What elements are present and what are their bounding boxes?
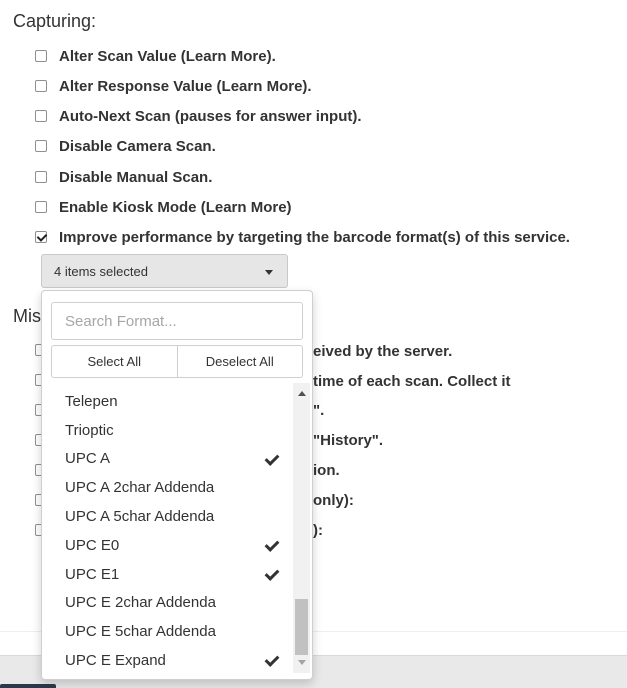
format-option-label: UPC A	[65, 450, 111, 468]
format-option-label: Telepen	[65, 392, 118, 410]
enable-kiosk-mode-checkbox[interactable]	[35, 201, 47, 213]
capturing-section-title: Capturing:	[13, 11, 97, 31]
alter-scan-value-label: Alter Scan Value (Learn More).	[59, 47, 276, 65]
format-option-label: UPC E1	[65, 565, 120, 583]
misc-option-7-label: ):	[313, 522, 323, 539]
format-option-label: UPC E Expand	[65, 652, 166, 670]
check-icon	[264, 450, 280, 466]
format-list-scrollbar[interactable]	[293, 383, 310, 673]
auto-next-scan-label: Auto-Next Scan (pauses for answer input)…	[59, 107, 362, 125]
check-icon	[264, 565, 280, 581]
format-option-label: UPC A 2char Addenda	[65, 479, 215, 497]
alter-response-value-option[interactable]: Alter Response Value (Learn More).	[35, 76, 312, 96]
disable-camera-scan-checkbox[interactable]	[35, 140, 47, 152]
barcode-format-dropdown: Select All Deselect All Telepen Trioptic…	[41, 290, 313, 680]
format-option-telepen[interactable]: Telepen	[42, 387, 292, 416]
select-all-button[interactable]: Select All	[51, 345, 178, 378]
format-option-upc-e-expand[interactable]: UPC E Expand	[42, 646, 292, 675]
format-option-upc-e-5char[interactable]: UPC E 5char Addenda	[42, 617, 292, 646]
format-option-upc-a[interactable]: UPC A	[42, 445, 292, 474]
target-barcode-format-checkbox[interactable]	[35, 231, 47, 243]
caret-down-icon	[265, 270, 273, 275]
scroll-down-arrow-icon[interactable]	[298, 660, 306, 665]
format-option-label: UPC A 5char Addenda	[65, 508, 215, 526]
format-option-label: UPC E 5char Addenda	[65, 623, 216, 641]
auto-next-scan-option[interactable]: Auto-Next Scan (pauses for answer input)…	[35, 106, 362, 126]
barcode-format-select-value: 4 items selected	[54, 263, 148, 279]
alter-scan-value-checkbox[interactable]	[35, 50, 47, 62]
misc-option-5-label: ion.	[313, 462, 340, 479]
disable-camera-scan-option[interactable]: Disable Camera Scan.	[35, 136, 216, 156]
alter-response-value-label: Alter Response Value (Learn More).	[59, 77, 312, 95]
format-option-upc-e-2char[interactable]: UPC E 2char Addenda	[42, 589, 292, 618]
check-icon	[264, 652, 280, 668]
disable-camera-scan-label: Disable Camera Scan.	[59, 137, 216, 155]
disable-manual-scan-option[interactable]: Disable Manual Scan.	[35, 167, 212, 187]
format-option-label: UPC E 2char Addenda	[65, 594, 216, 612]
misc-option-1-label: eived by the server.	[313, 343, 453, 360]
auto-next-scan-checkbox[interactable]	[35, 110, 47, 122]
target-barcode-format-option[interactable]: Improve performance by targeting the bar…	[35, 227, 570, 247]
search-format-input[interactable]	[51, 302, 303, 340]
barcode-format-select[interactable]: 4 items selected	[41, 254, 288, 288]
footer-tab[interactable]	[0, 684, 56, 688]
format-option-label: Trioptic	[65, 421, 114, 439]
format-option-upc-a-2char[interactable]: UPC A 2char Addenda	[42, 473, 292, 502]
enable-kiosk-mode-label: Enable Kiosk Mode (Learn More)	[59, 198, 292, 216]
misc-option-4-label: "History".	[313, 432, 384, 449]
misc-option-2-label: time of each scan. Collect it	[313, 373, 511, 390]
check-icon	[264, 537, 280, 552]
scrollbar-thumb[interactable]	[295, 599, 308, 655]
format-list: Telepen Trioptic UPC A UPC A 2char Adden…	[42, 387, 292, 675]
scroll-up-arrow-icon[interactable]	[298, 391, 306, 396]
alter-scan-value-option[interactable]: Alter Scan Value (Learn More).	[35, 46, 276, 66]
select-actions: Select All Deselect All	[51, 345, 303, 378]
format-option-trioptic[interactable]: Trioptic	[42, 416, 292, 445]
deselect-all-button[interactable]: Deselect All	[177, 345, 303, 378]
disable-manual-scan-label: Disable Manual Scan.	[59, 168, 213, 186]
alter-response-value-checkbox[interactable]	[35, 80, 47, 92]
misc-option-6-label: only):	[313, 492, 354, 509]
misc-option-3-label: ".	[313, 402, 325, 419]
enable-kiosk-mode-option[interactable]: Enable Kiosk Mode (Learn More)	[35, 197, 292, 217]
format-option-upc-e1[interactable]: UPC E1	[42, 560, 292, 589]
target-barcode-format-label: Improve performance by targeting the bar…	[59, 228, 570, 246]
format-option-upc-e0[interactable]: UPC E0	[42, 531, 292, 560]
misc-section-title: Mis	[13, 306, 41, 326]
format-option-label: UPC E0	[65, 536, 120, 554]
format-option-upc-a-5char[interactable]: UPC A 5char Addenda	[42, 502, 292, 531]
disable-manual-scan-checkbox[interactable]	[35, 171, 47, 183]
